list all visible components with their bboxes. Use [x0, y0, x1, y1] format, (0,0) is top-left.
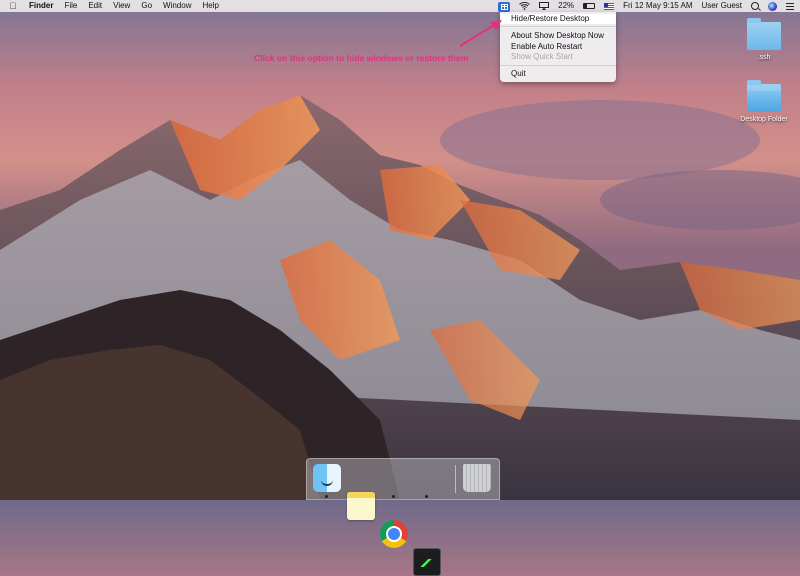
- menu-separator: [500, 65, 616, 66]
- wifi-icon[interactable]: [519, 2, 531, 10]
- running-indicator: [425, 495, 428, 498]
- desktop-item-label: .ssh: [757, 54, 771, 61]
- battery-icon[interactable]: [583, 3, 596, 9]
- spotlight-search-icon[interactable]: [751, 2, 759, 10]
- desktop-item-desktop-folder[interactable]: Desktop Folder: [734, 80, 794, 123]
- dock: [306, 458, 500, 576]
- annotation-text: Click on this option to hide windows or …: [254, 53, 469, 63]
- menu-edit[interactable]: Edit: [88, 0, 102, 12]
- siri-icon[interactable]: [768, 1, 777, 11]
- apple-icon[interactable]: : [8, 0, 18, 12]
- folder-icon: [747, 18, 781, 50]
- running-indicator: [325, 495, 328, 498]
- notification-center-icon[interactable]: [786, 2, 794, 10]
- menu-go[interactable]: Go: [141, 0, 152, 12]
- folder-icon: [747, 80, 781, 112]
- activity-monitor-icon[interactable]: [413, 548, 441, 576]
- menu-view[interactable]: View: [113, 0, 130, 12]
- menu-item-hide-restore-desktop[interactable]: Hide/Restore Desktop: [500, 14, 616, 24]
- menu-window[interactable]: Window: [163, 0, 191, 12]
- running-indicator: [392, 495, 395, 498]
- finder-icon[interactable]: [313, 464, 341, 492]
- show-desktop-menu: Hide/Restore Desktop About Show Desktop …: [500, 12, 616, 82]
- menu-item-quit[interactable]: Quit: [500, 69, 616, 79]
- dock-divider: [455, 465, 456, 493]
- menu-help[interactable]: Help: [202, 0, 218, 12]
- show-desktop-icon[interactable]: [498, 1, 511, 12]
- menu-item-about[interactable]: About Show Desktop Now: [500, 31, 616, 41]
- desktop-item-ssh[interactable]: .ssh: [734, 18, 794, 61]
- trash-icon[interactable]: [463, 464, 491, 492]
- menu-file[interactable]: File: [64, 0, 77, 12]
- menu-bar:  Finder File Edit View Go Window Help 2…: [0, 0, 800, 12]
- notes-icon[interactable]: [347, 492, 375, 520]
- chrome-icon[interactable]: [380, 520, 408, 548]
- menu-bar-status: 22% Fri 12 May 9:15 AM User Guest: [498, 0, 794, 12]
- menu-item-show-quick-start: Show Quick Start: [511, 52, 573, 61]
- desktop-wallpaper: [0, 0, 800, 500]
- menu-bar-left:  Finder File Edit View Go Window Help: [8, 0, 219, 12]
- menu-separator: [500, 26, 616, 27]
- menu-app-name[interactable]: Finder: [29, 0, 53, 12]
- menu-item-enable-auto-restart[interactable]: Enable Auto Restart: [500, 42, 616, 52]
- menu-user[interactable]: User Guest: [702, 0, 742, 12]
- menu-clock[interactable]: Fri 12 May 9:15 AM: [623, 0, 692, 12]
- battery-percent: 22%: [558, 1, 575, 10]
- annotation-arrow: [459, 20, 502, 47]
- desktop-item-label: Desktop Folder: [740, 116, 788, 123]
- us-flag-icon[interactable]: [604, 2, 615, 10]
- airplay-icon[interactable]: [539, 2, 550, 10]
